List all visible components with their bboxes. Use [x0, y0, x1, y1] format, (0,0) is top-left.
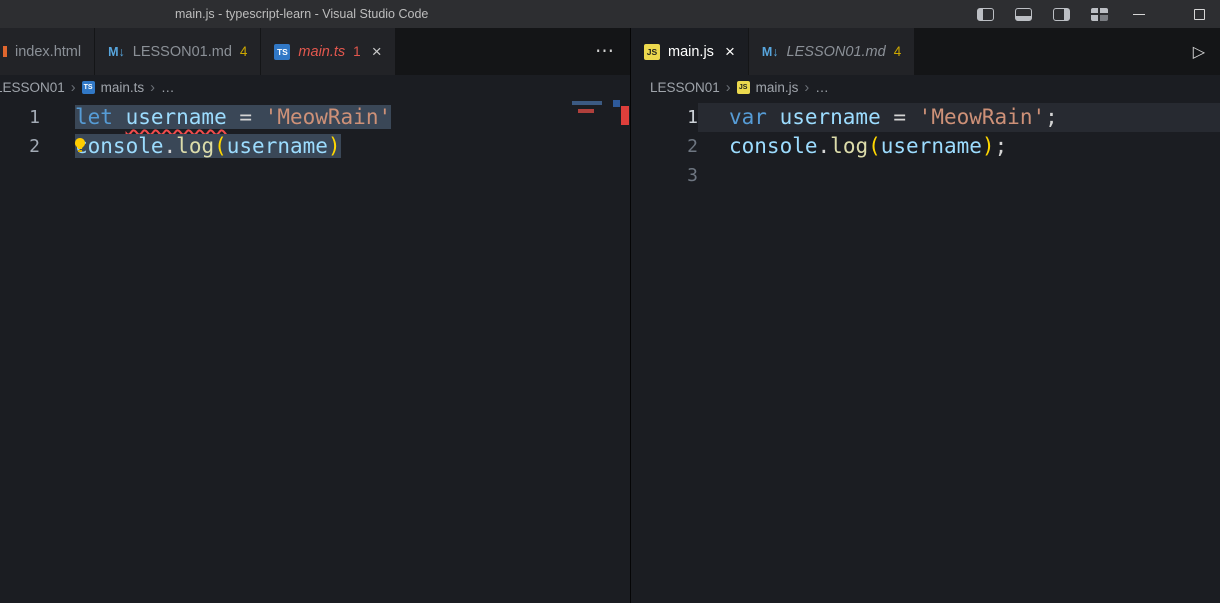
tab-label: LESSON01.md	[787, 44, 886, 60]
editor-tab-bar: index.html M↓ LESSON01.md 4 TS main.ts 1…	[0, 28, 1220, 75]
tab-label: main.ts	[298, 44, 345, 60]
line-number: 2	[0, 132, 40, 161]
code-line[interactable]: 1 var username = 'MeowRain';	[631, 103, 1220, 132]
vscode-window: main.js - typescript-learn - Visual Stud…	[0, 0, 1220, 603]
minimap[interactable]	[564, 100, 610, 603]
text-selection: console.log(username)	[75, 134, 341, 158]
code-token: .	[818, 134, 831, 158]
code-token: let	[75, 105, 126, 129]
tab-label: main.js	[668, 44, 714, 60]
editor-main-js[interactable]: 1 var username = 'MeowRain'; 2 console.l…	[630, 100, 1220, 603]
breadcrumb-symbol-ellipsis[interactable]: …	[161, 80, 175, 95]
editor-area: 1 let username = 'MeowRain' 2 console.lo…	[0, 100, 1220, 603]
javascript-icon: JS	[737, 81, 750, 94]
problems-badge: 4	[894, 44, 902, 59]
toggle-secondary-sidebar-icon[interactable]	[1053, 8, 1070, 21]
code-token: =	[227, 105, 265, 129]
code-token: 'MeowRain'	[265, 105, 391, 129]
code-token: log	[830, 134, 868, 158]
minimap-error-mark	[578, 109, 594, 113]
window-controls	[1132, 0, 1206, 28]
code-token: (	[868, 134, 881, 158]
breadcrumbs-row: LESSON01 › TS main.ts › … LESSON01 › JS …	[0, 75, 1220, 100]
problems-badge: 4	[240, 44, 248, 59]
line-number: 3	[631, 161, 698, 190]
breadcrumb-file[interactable]: main.js	[756, 80, 799, 95]
markdown-icon: M↓	[108, 44, 125, 60]
right-group-tabs: JS main.js × M↓ LESSON01.md 4 ▷	[630, 28, 1220, 75]
overview-ruler-selection-mark	[613, 100, 620, 107]
code-line[interactable]: 2 console.log(username)	[0, 132, 630, 161]
title-bar: main.js - typescript-learn - Visual Stud…	[0, 0, 1220, 28]
code-token: var	[729, 105, 780, 129]
toggle-panel-icon[interactable]	[1015, 8, 1032, 21]
text-selection: let username = 'MeowRain'	[75, 105, 391, 129]
line-number: 1	[631, 103, 698, 132]
close-tab-icon[interactable]: ×	[725, 43, 735, 60]
code-line[interactable]: 3	[631, 161, 1220, 190]
code-token: .	[164, 134, 177, 158]
markdown-icon: M↓	[762, 44, 779, 60]
code-token: username	[227, 134, 328, 158]
chevron-right-icon: ›	[726, 80, 731, 96]
layout-controls	[977, 0, 1108, 28]
chevron-right-icon: ›	[71, 80, 76, 96]
lightbulb-icon[interactable]	[72, 137, 88, 153]
customize-layout-icon[interactable]	[1091, 8, 1108, 21]
javascript-icon: JS	[644, 44, 660, 60]
current-line-highlight: var username = 'MeowRain';	[698, 103, 1220, 132]
code-token: 'MeowRain'	[919, 105, 1045, 129]
code-token: )	[982, 134, 995, 158]
more-actions-button[interactable]: ⋯	[579, 40, 630, 63]
code-token: username	[780, 105, 881, 129]
code-line[interactable]: 2 console.log(username);	[631, 132, 1220, 161]
breadcrumb-left: LESSON01 › TS main.ts › …	[0, 75, 630, 100]
window-title: main.js - typescript-learn - Visual Stud…	[175, 0, 428, 28]
left-group-tabs: index.html M↓ LESSON01.md 4 TS main.ts 1…	[0, 28, 630, 75]
html-icon	[3, 46, 7, 57]
typescript-icon: TS	[274, 44, 290, 60]
breadcrumb-folder[interactable]: LESSON01	[650, 80, 720, 95]
run-file-button[interactable]: ▷	[1178, 42, 1220, 62]
minimap-code-mark	[572, 101, 602, 105]
code-token: (	[214, 134, 227, 158]
breadcrumb-right: LESSON01 › JS main.js › …	[630, 75, 1220, 100]
breadcrumb-symbol-ellipsis[interactable]: …	[815, 80, 829, 95]
code-token: )	[328, 134, 341, 158]
maximize-button[interactable]	[1192, 0, 1206, 28]
tab-main-js[interactable]: JS main.js ×	[631, 28, 748, 75]
code-token: console	[75, 134, 164, 158]
code-token: console	[729, 134, 818, 158]
close-tab-icon[interactable]: ×	[372, 43, 382, 60]
editor-split-sash[interactable]	[628, 100, 631, 603]
tab-main-ts[interactable]: TS main.ts 1 ×	[261, 28, 394, 75]
tab-label: index.html	[15, 44, 81, 60]
code-token-error: username	[126, 105, 227, 129]
tab-lesson01-md-right[interactable]: M↓ LESSON01.md 4	[749, 28, 914, 75]
typescript-icon: TS	[82, 81, 95, 94]
code-token: ;	[995, 134, 1008, 158]
code-token: log	[176, 134, 214, 158]
breadcrumb-folder[interactable]: LESSON01	[0, 80, 65, 95]
toggle-primary-sidebar-icon[interactable]	[977, 8, 994, 21]
chevron-right-icon: ›	[150, 80, 155, 96]
breadcrumb-file[interactable]: main.ts	[101, 80, 145, 95]
problems-badge: 1	[353, 44, 361, 59]
tab-index-html[interactable]: index.html	[0, 28, 94, 75]
line-number: 2	[631, 132, 698, 161]
chevron-right-icon: ›	[804, 80, 809, 96]
code-line[interactable]: 1 let username = 'MeowRain'	[0, 103, 630, 132]
code-token: =	[881, 105, 919, 129]
minimize-button[interactable]	[1132, 0, 1146, 28]
code-token: ;	[1045, 105, 1058, 129]
line-number: 1	[0, 103, 40, 132]
editor-main-ts[interactable]: 1 let username = 'MeowRain' 2 console.lo…	[0, 100, 630, 603]
code-token: username	[881, 134, 982, 158]
tab-lesson01-md[interactable]: M↓ LESSON01.md 4	[95, 28, 260, 75]
tab-label: LESSON01.md	[133, 44, 232, 60]
